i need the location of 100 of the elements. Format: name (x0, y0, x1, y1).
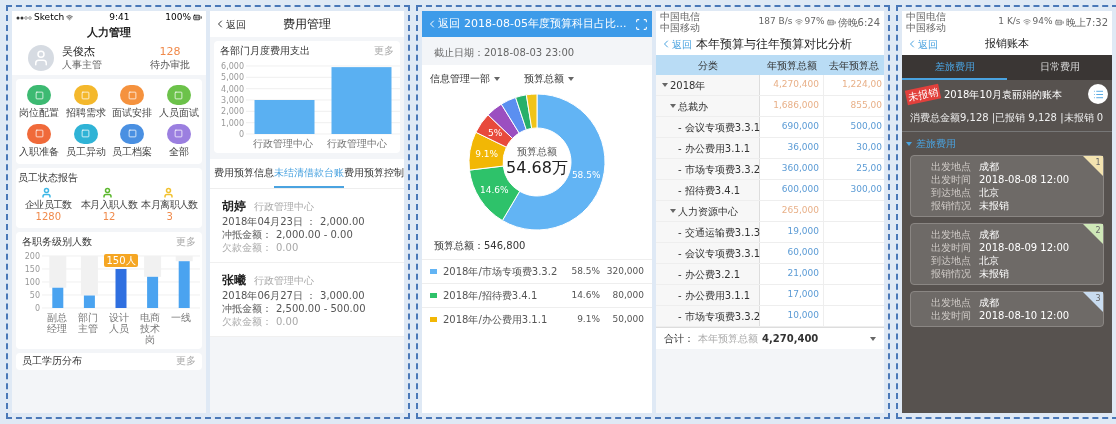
wifi-icon (794, 18, 803, 26)
filter-dropdown[interactable]: 预算总额 (524, 71, 574, 86)
carrier-name: 中国移动 (906, 22, 946, 33)
category-label: 行政管理中心 (327, 137, 387, 149)
corner-number-tag: 1 (1083, 156, 1103, 176)
footer-value: 4,270,400 (762, 332, 819, 346)
field-value: 2,000.00 - 0.00 (276, 227, 353, 241)
carrier-name: 中国电信 (906, 11, 946, 22)
axis-tick-label: 4,000 (221, 84, 244, 94)
field-label: 报销情况 (931, 267, 971, 280)
field-label: 出发地点 (931, 296, 971, 309)
field-label: 到达地点 (931, 186, 971, 199)
field-label: 出发时间 (931, 241, 971, 254)
pending-count: 128 (159, 45, 181, 59)
shortcut-button[interactable]: 入职准备 (16, 123, 63, 159)
axis-tick-label: 50 (29, 291, 40, 301)
pending-label: 待办审批 (150, 58, 190, 72)
bar (147, 277, 159, 309)
column-header: 年预算总额 (767, 58, 817, 73)
department-name: 行政管理中心 (254, 273, 314, 288)
tab[interactable]: 日常费用 (1007, 55, 1112, 80)
field-value: 成都 (979, 296, 999, 309)
tab[interactable]: 费用预算信息 (214, 158, 274, 188)
screen-title: 2018-08-05年度预算科目占比... (464, 15, 627, 32)
axis-tick-label: 2,000 (221, 106, 244, 116)
field-value: 2018-08-08 12:00 (979, 173, 1070, 186)
category-cell-text: - 办公费用3.1.1 (678, 141, 751, 156)
category-label: 一线 (169, 312, 192, 326)
carrier-name: Sketch (34, 11, 65, 24)
shortcut-button[interactable]: 人员面试 (155, 85, 202, 120)
stat-value: 1280 (35, 211, 62, 224)
tab[interactable]: 差旅费用 (902, 55, 1007, 80)
corner-number-tag: 3 (1083, 292, 1103, 312)
axis-tick-label: 0 (34, 304, 40, 313)
network-speed: 187 B/s (758, 15, 793, 29)
field-value: 未报销 (979, 199, 1009, 212)
list-button[interactable] (1088, 84, 1108, 104)
center-label: 预算总额 (517, 145, 557, 159)
stat-label: 企业员工数 (24, 198, 72, 212)
slice-label: 14.6% (480, 184, 509, 195)
clock-time: 9:41 (109, 11, 130, 24)
scan-icon[interactable] (635, 17, 648, 31)
budget-cell: 300,00 (850, 183, 882, 197)
screen-title: 本年预算与往年预算对比分析 (696, 36, 852, 53)
field-value: 未报销 (979, 267, 1009, 280)
field-label: 出发地点 (931, 228, 971, 241)
shortcut-button[interactable]: 员工异动 (62, 123, 109, 159)
budget-cell: 10,000 (787, 309, 819, 323)
screen-title: 人力管理 (86, 24, 132, 41)
category-cell-text: - 会议专项费3.3.1 (678, 120, 761, 135)
axis-tick-label: 1,000 (221, 118, 244, 128)
budget-cell: 855,00 (850, 99, 882, 113)
corner-number-tag: 2 (1083, 224, 1103, 244)
carrier-name: 中国移动 (660, 22, 700, 33)
axis-tick-label: 6,000 (221, 61, 244, 71)
stat-value: 12 (102, 211, 116, 224)
back-button[interactable]: 返回 (214, 16, 246, 32)
budget-cell: 1,686,000 (773, 99, 819, 113)
card-title: 各部门月度费用支出 (220, 45, 310, 58)
wifi-icon (1022, 18, 1031, 26)
battery-percent: 100% (165, 11, 191, 24)
user-name: 吴俊杰 (62, 45, 96, 59)
category-cell-text: - 招待费3.4.1 (678, 183, 741, 198)
budget-cell: 21,000 (787, 267, 819, 281)
category-label: 部门主管 (77, 312, 100, 337)
tab[interactable]: 费用预算控制 (344, 158, 404, 188)
field-label: 到达地点 (931, 254, 971, 267)
field-label: 报销情况 (931, 199, 971, 212)
legend-amount: 80,000 (611, 288, 644, 302)
bar (178, 261, 190, 309)
column-header: 分类 (698, 58, 718, 73)
budget-cell: 30,00 (856, 141, 882, 155)
field-label: 2018年04月23日 ： (222, 214, 317, 228)
battery-icon (193, 13, 202, 23)
footer-label: 合计： (664, 332, 694, 346)
bar (52, 287, 64, 309)
axis-tick-label: 200 (24, 252, 40, 262)
category-cell-text: - 市场专项费3.3.2 (678, 309, 761, 324)
battery-icon (1054, 17, 1064, 27)
shortcut-button[interactable]: 面试安排 (109, 85, 156, 120)
category-cell-text: - 办公费用3.1.1 (678, 288, 751, 303)
field-label: 冲抵金额： (222, 227, 272, 241)
shortcut-button[interactable]: 岗位配置 (16, 85, 63, 120)
category-label: 行政管理中心 (253, 137, 313, 149)
filter-dropdown[interactable]: 信息管理一部 (430, 71, 500, 86)
field-label: 欠款金额： (222, 314, 272, 328)
user-role: 人事主管 (62, 58, 102, 72)
card-title: 各职务级别人数 (22, 235, 92, 249)
card-title: 员工学历分布 (22, 355, 82, 368)
axis-tick-label: 100 (24, 278, 40, 288)
shortcut-button[interactable]: 全部 (155, 123, 202, 159)
shortcut-button[interactable]: 招聘需求 (62, 85, 109, 120)
shortcut-button[interactable]: 员工档案 (109, 123, 156, 159)
bar (254, 99, 315, 134)
budget-cell: 1,224,00 (841, 78, 882, 92)
category-label: 设计人员 (108, 312, 130, 337)
carrier-name: 中国电信 (660, 11, 700, 22)
category-cell-text: - 交通运输费3.1.3 (678, 225, 761, 240)
battery-percent: 94% (1032, 15, 1053, 29)
clock-time: 晚上7:32 (1065, 15, 1108, 30)
